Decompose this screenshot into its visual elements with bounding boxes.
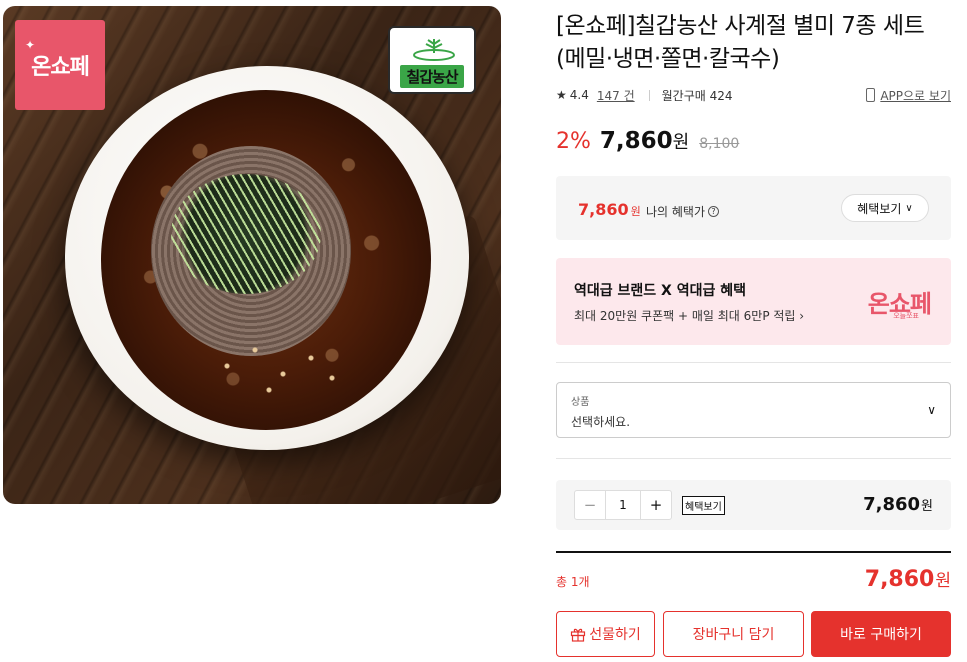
review-count-link[interactable]: 147 건 [597, 87, 635, 104]
promo-subtitle-text: 최대 20만원 쿠폰팩 + 매일 최대 6만P 적립 [574, 309, 796, 323]
garnish [171, 174, 321, 294]
discount-rate: 2% [556, 129, 591, 154]
meta-divider [648, 89, 650, 101]
onsope-logo-sub: 오늘쪼표 [893, 312, 919, 320]
selected-option-row: − 1 + 혜택보기 7,860원 [556, 480, 951, 530]
benefit-label-text: 나의 혜택가 [646, 205, 706, 219]
rating-value: 4.4 [569, 88, 589, 102]
option-placeholder: 선택하세요. [571, 415, 631, 429]
gift-icon [571, 628, 586, 642]
total-count: 총 1개 [556, 575, 590, 589]
total-price: 7,860원 [865, 566, 951, 592]
quantity-plus-button[interactable]: + [641, 491, 671, 519]
product-title: [온쇼페]칠갑농산 사계절 별미 7종 세트 (메밀·냉면·쫄면·칼국수) [556, 13, 925, 72]
gift-button-label: 선물하기 [589, 627, 641, 643]
total-divider [556, 551, 951, 553]
price-unit: 원 [672, 132, 690, 153]
option-label: 상품 [571, 397, 590, 408]
chevron-right-icon: › [799, 309, 805, 323]
sesame-seeds [213, 326, 353, 406]
gift-button[interactable]: 선물하기 [556, 611, 655, 657]
quantity-stepper: − 1 + [574, 490, 672, 520]
app-view-label: APP으로 보기 [880, 88, 951, 103]
quantity-minus-button[interactable]: − [575, 491, 605, 519]
product-meta: ★ 4.4 147 건 월간구매 424 APP으로 보기 [556, 86, 951, 104]
promo-banner[interactable]: 역대급 브랜드 X 역대급 혜택 최대 20만원 쿠폰팩 + 매일 최대 6만P… [556, 258, 951, 345]
benefit-view-label: 혜택보기 [857, 201, 902, 216]
buy-now-button[interactable]: 바로 구매하기 [811, 611, 951, 657]
option-select[interactable]: 상품 선택하세요. ∨ [556, 382, 951, 438]
star-icon: ★ [556, 88, 567, 102]
quantity-benefit-tag[interactable]: 혜택보기 [682, 496, 725, 515]
brand-emblem-icon [413, 39, 455, 61]
add-to-cart-label: 장바구니 담기 [692, 627, 775, 643]
benefit-price-unit: 원 [630, 205, 641, 218]
app-view-link[interactable]: APP으로 보기 [866, 87, 951, 104]
option-price: 7,860원 [863, 494, 933, 515]
total-price-unit: 원 [935, 571, 951, 591]
price-row: 2% 7,860 원 8,100 [556, 128, 739, 154]
chevron-down-icon: ∨ [905, 202, 913, 214]
question-icon[interactable]: ? [708, 206, 720, 217]
option-price-value: 7,860 [863, 494, 921, 515]
benefit-view-button[interactable]: 혜택보기 ∨ [841, 194, 929, 222]
brand-badge-text: 칠갑농산 [400, 65, 464, 88]
benefit-price: 7,860 원 [578, 200, 641, 219]
total-price-value: 7,860 [864, 567, 935, 592]
monthly-sales: 월간구매 424 [661, 88, 733, 103]
onsope-badge: ✦ 온쇼페 [15, 20, 105, 110]
sparkle-icon: ✦ [25, 38, 36, 52]
buy-now-label: 바로 구매하기 [840, 627, 922, 643]
benefit-price-label: 나의 혜택가 ? [646, 203, 720, 220]
benefit-price-value: 7,860 [578, 200, 629, 219]
add-to-cart-button[interactable]: 장바구니 담기 [663, 611, 804, 657]
sale-price: 7,860 [599, 128, 673, 154]
chevron-down-icon: ∨ [927, 403, 936, 417]
promo-title: 역대급 브랜드 X 역대급 혜택 [574, 283, 746, 299]
section-divider [556, 362, 951, 363]
quantity-input[interactable]: 1 [605, 491, 641, 519]
phone-icon [866, 88, 876, 102]
onsope-badge-text: 온쇼페 [31, 55, 90, 80]
original-price: 8,100 [699, 136, 740, 152]
benefit-price-box: 7,860 원 나의 혜택가 ? 혜택보기 ∨ [556, 176, 951, 240]
product-image: ✦ 온쇼페 칠갑농산 [3, 6, 501, 504]
brand-badge: 칠갑농산 [388, 26, 476, 94]
option-price-unit: 원 [921, 499, 933, 514]
section-divider [556, 458, 951, 459]
promo-subtitle: 최대 20만원 쿠폰팩 + 매일 최대 6만P 적립 › [574, 307, 804, 324]
